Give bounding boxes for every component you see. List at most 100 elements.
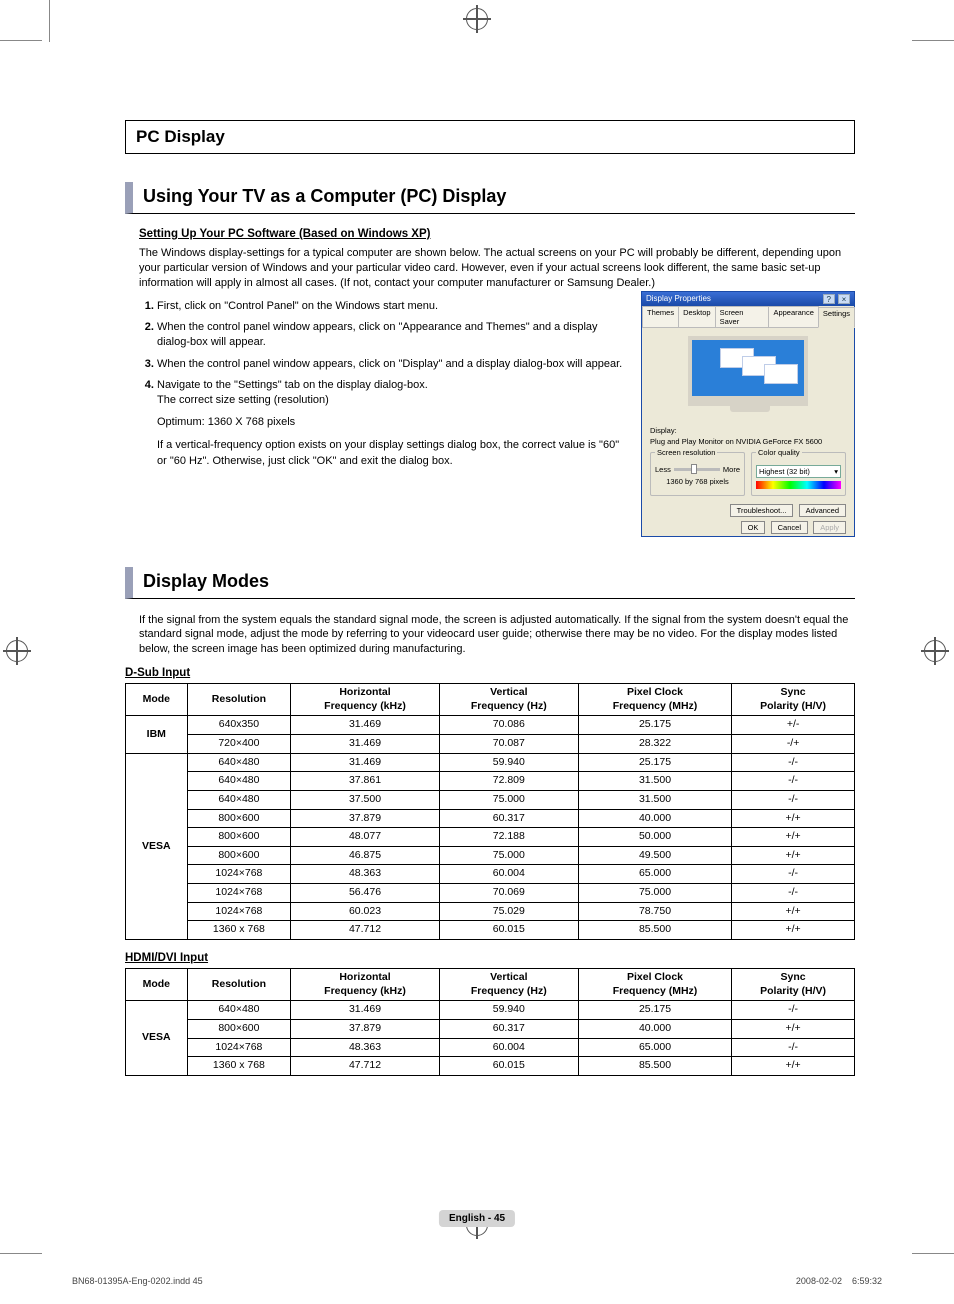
- table-cell: -/-: [732, 790, 855, 809]
- dialog-titlebar: Display Properties ? ×: [642, 292, 854, 306]
- table-cell: 640×480: [187, 1001, 291, 1020]
- table-cell: 1024×768: [187, 865, 291, 884]
- registration-mark-icon: [6, 640, 28, 662]
- table-cell: 37.500: [291, 790, 440, 809]
- table-cell: 75.029: [439, 902, 578, 921]
- table-row: 800×60048.07772.18850.000+/+: [126, 828, 855, 847]
- res-more: More: [723, 465, 740, 474]
- dsub-table: ModeResolutionHorizontalFrequency (kHz)V…: [125, 683, 855, 940]
- table-row: 800×60037.87960.31740.000+/+: [126, 1019, 855, 1038]
- page-content: PC Display Using Your TV as a Computer (…: [125, 120, 855, 1088]
- table-cell: -/-: [732, 753, 855, 772]
- table-cell: 800×600: [187, 1019, 291, 1038]
- table-cell: 31.500: [578, 772, 731, 791]
- table-row: 1360 x 76847.71260.01585.500+/+: [126, 921, 855, 940]
- table-row: 720×40031.46970.08728.322-/+: [126, 734, 855, 753]
- print-id-left: BN68-01395A-Eng-0202.indd 45: [72, 1276, 203, 1286]
- color-quality-group: Color quality Highest (32 bit) ▾: [751, 452, 846, 496]
- table-header: SyncPolarity (H/V): [732, 684, 855, 716]
- table-cell: 31.469: [291, 734, 440, 753]
- cancel-button[interactable]: Cancel: [771, 521, 808, 534]
- table-cell: 40.000: [578, 1019, 731, 1038]
- table-cell: 25.175: [578, 753, 731, 772]
- mode-cell: VESA: [126, 753, 188, 939]
- table-cell: 78.750: [578, 902, 731, 921]
- table-cell: 800×600: [187, 809, 291, 828]
- table-header: Mode: [126, 969, 188, 1001]
- table-cell: 50.000: [578, 828, 731, 847]
- table-cell: 48.077: [291, 828, 440, 847]
- help-icon[interactable]: ?: [823, 294, 835, 304]
- table-cell: 48.363: [291, 865, 440, 884]
- step-4: Navigate to the "Settings" tab on the di…: [157, 378, 631, 409]
- hdmi-label: HDMI/DVI Input: [125, 952, 855, 964]
- table-cell: 72.188: [439, 828, 578, 847]
- step-4-sub1: The correct size setting (resolution): [157, 394, 329, 406]
- step-4-text: Navigate to the "Settings" tab on the di…: [157, 379, 428, 391]
- res-group-title: Screen resolution: [655, 448, 717, 457]
- troubleshoot-button[interactable]: Troubleshoot...: [730, 504, 794, 517]
- table-cell: +/+: [732, 846, 855, 865]
- table-cell: 60.317: [439, 1019, 578, 1038]
- cq-group-title: Color quality: [756, 448, 802, 457]
- chevron-down-icon: ▾: [834, 467, 838, 476]
- table-cell: 70.086: [439, 716, 578, 735]
- tab-screensaver[interactable]: Screen Saver: [715, 306, 770, 327]
- tab-desktop[interactable]: Desktop: [678, 306, 716, 327]
- color-quality-select[interactable]: Highest (32 bit) ▾: [756, 465, 841, 478]
- table-cell: +/+: [732, 1057, 855, 1076]
- hdmi-table: ModeResolutionHorizontalFrequency (kHz)V…: [125, 968, 855, 1076]
- table-cell: 640×480: [187, 790, 291, 809]
- table-cell: 40.000: [578, 809, 731, 828]
- close-icon[interactable]: ×: [838, 294, 850, 304]
- table-cell: 75.000: [578, 884, 731, 903]
- table-header: HorizontalFrequency (kHz): [291, 684, 440, 716]
- table-cell: 56.476: [291, 884, 440, 903]
- table-cell: 75.000: [439, 846, 578, 865]
- page-title-box: PC Display: [125, 120, 855, 154]
- step-2: When the control panel window appears, c…: [157, 320, 631, 351]
- table-cell: 60.317: [439, 809, 578, 828]
- table-cell: 31.469: [291, 716, 440, 735]
- manual-page: PC Display Using Your TV as a Computer (…: [0, 0, 954, 1304]
- dialog-title: Display Properties: [646, 294, 711, 303]
- ok-button[interactable]: OK: [741, 521, 766, 534]
- table-cell: 65.000: [578, 865, 731, 884]
- registration-mark-icon: [466, 8, 488, 30]
- table-cell: 37.879: [291, 809, 440, 828]
- tab-themes[interactable]: Themes: [642, 306, 679, 327]
- table-cell: -/-: [732, 772, 855, 791]
- table-row: 1024×76848.36360.00465.000-/-: [126, 1038, 855, 1057]
- table-cell: -/-: [732, 1001, 855, 1020]
- section-heading-using: Using Your TV as a Computer (PC) Display: [125, 182, 855, 214]
- color-gradient-icon: [756, 481, 841, 489]
- tab-appearance[interactable]: Appearance: [768, 306, 818, 327]
- setup-steps: First, click on "Control Panel" on the W…: [139, 299, 631, 409]
- step-1: First, click on "Control Panel" on the W…: [157, 299, 631, 314]
- table-cell: -/-: [732, 1038, 855, 1057]
- tab-settings[interactable]: Settings: [818, 307, 855, 328]
- table-header: Mode: [126, 684, 188, 716]
- apply-button[interactable]: Apply: [813, 521, 846, 534]
- table-row: 800×60037.87960.31740.000+/+: [126, 809, 855, 828]
- table-header: Pixel ClockFrequency (MHz): [578, 684, 731, 716]
- table-cell: 31.469: [291, 1001, 440, 1020]
- table-row: 1024×76860.02375.02978.750+/+: [126, 902, 855, 921]
- resolution-slider[interactable]: Less More: [655, 465, 740, 474]
- table-row: 800×60046.87575.00049.500+/+: [126, 846, 855, 865]
- registration-mark-icon: [924, 640, 946, 662]
- table-cell: 31.469: [291, 753, 440, 772]
- table-cell: 1024×768: [187, 902, 291, 921]
- table-cell: 60.004: [439, 1038, 578, 1057]
- screen-resolution-group: Screen resolution Less More 1360 by 768 …: [650, 452, 745, 496]
- table-cell: 25.175: [578, 716, 731, 735]
- table-cell: 60.023: [291, 902, 440, 921]
- display-label: Display:: [642, 424, 854, 437]
- table-cell: 31.500: [578, 790, 731, 809]
- table-cell: 70.069: [439, 884, 578, 903]
- advanced-button[interactable]: Advanced: [799, 504, 846, 517]
- page-number-badge: English - 45: [439, 1210, 515, 1227]
- table-header: HorizontalFrequency (kHz): [291, 969, 440, 1001]
- table-cell: 59.940: [439, 753, 578, 772]
- table-cell: 640×480: [187, 753, 291, 772]
